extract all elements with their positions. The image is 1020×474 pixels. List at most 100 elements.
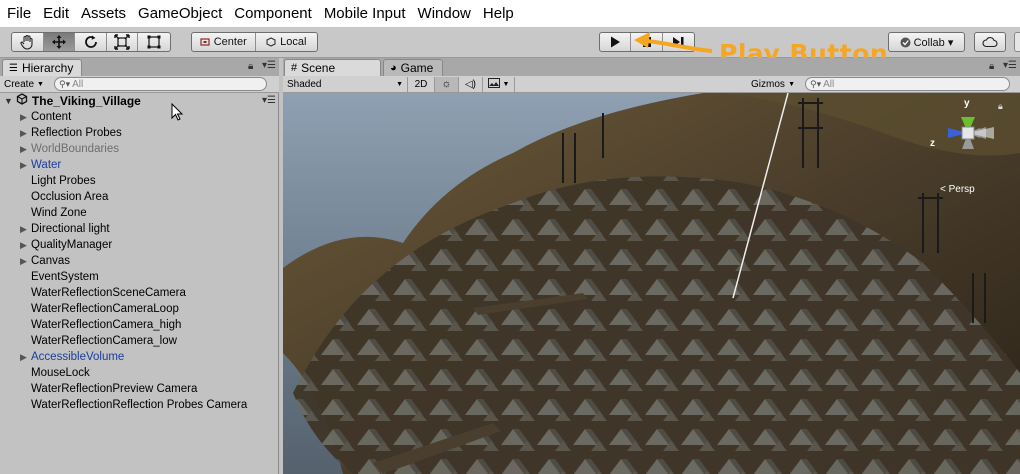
tab-scene[interactable]: # Scene xyxy=(284,59,381,76)
scene-panel-menu-icon[interactable]: ▾☰ xyxy=(1003,60,1017,71)
hierarchy-item-canvas[interactable]: ▶ Canvas xyxy=(0,253,70,269)
scene-search-placeholder: All xyxy=(823,78,835,90)
menu-bar: File Edit Assets GameObject Component Mo… xyxy=(0,0,1020,27)
panel-menu-icon[interactable]: ▾☰ xyxy=(262,60,276,71)
dropdown-arrow-icon: ▼ xyxy=(396,80,403,88)
cloud-button[interactable] xyxy=(974,32,1006,52)
move-tool-button[interactable] xyxy=(43,33,76,51)
rect-tool-button[interactable] xyxy=(138,33,170,51)
collapsed-arrow-icon: ▶ xyxy=(20,127,27,138)
tab-game[interactable]: ◕ Game xyxy=(383,59,443,76)
dropdown-arrow-icon: ▼ xyxy=(788,81,795,88)
collab-dropdown[interactable]: Collab ▾ xyxy=(888,32,965,52)
play-button[interactable] xyxy=(600,33,632,51)
menu-file[interactable]: File xyxy=(2,0,36,27)
hierarchy-item-water-reflection-camera-loop[interactable]: WaterReflectionCameraLoop xyxy=(0,301,179,317)
menu-component[interactable]: Component xyxy=(229,0,317,27)
shading-mode-label: Shaded xyxy=(287,78,322,90)
hierarchy-search-input[interactable]: ⚲▾ All xyxy=(54,77,267,91)
hierarchy-item-light-probes[interactable]: Light Probes xyxy=(0,173,96,189)
tab-game-label: Game xyxy=(400,61,434,75)
hierarchy-item-water-reflection-preview-camera[interactable]: WaterReflectionPreview Camera xyxy=(0,381,197,397)
scene-search-input[interactable]: ⚲▾ All xyxy=(805,77,1010,91)
hierarchy-search-placeholder: All xyxy=(72,78,84,90)
tab-hierarchy-label: Hierarchy xyxy=(21,61,74,75)
hierarchy-item-water-reflection-scene-camera[interactable]: WaterReflectionSceneCamera xyxy=(0,285,186,301)
create-dropdown[interactable]: Create ▼ xyxy=(0,77,48,92)
create-label: Create xyxy=(4,78,35,90)
pivot-local-button[interactable]: Local xyxy=(256,33,318,51)
hierarchy-item-water-reflection-camera-low[interactable]: WaterReflectionCamera_low xyxy=(0,333,177,349)
hierarchy-item-directional-light[interactable]: ▶ Directional light xyxy=(0,221,110,237)
menu-edit[interactable]: Edit xyxy=(38,0,74,27)
cloud-button-inner[interactable] xyxy=(975,33,1005,51)
pivot-center-button[interactable]: Center xyxy=(192,33,256,51)
rotate-icon xyxy=(83,34,99,50)
scene-root-row[interactable]: ▼ The_Viking_Village xyxy=(4,93,141,108)
hierarchy-item-accessible-volume[interactable]: ▶ AccessibleVolume xyxy=(0,349,124,365)
axis-z-label: z xyxy=(930,138,935,149)
scene-options-icon[interactable]: ▾☰ xyxy=(262,95,276,106)
grid-icon: # xyxy=(291,62,298,74)
pivot-center-label: Center xyxy=(213,36,247,48)
lighting-toggle[interactable]: ☼ xyxy=(435,76,459,92)
move-icon xyxy=(51,34,67,50)
menu-mobile-input[interactable]: Mobile Input xyxy=(319,0,411,27)
scene-name: The_Viking_Village xyxy=(31,93,141,108)
tab-scene-label: Scene xyxy=(301,61,336,75)
hierarchy-item-event-system[interactable]: EventSystem xyxy=(0,269,99,285)
menu-gameobject[interactable]: GameObject xyxy=(133,0,227,27)
hierarchy-item-reflection-probes[interactable]: ▶ Reflection Probes xyxy=(0,125,122,141)
persp-label[interactable]: < Persp xyxy=(940,184,975,195)
lock-icon[interactable]: 🔒︎ xyxy=(248,61,253,72)
collab-button[interactable]: Collab ▾ xyxy=(889,33,964,51)
gizmos-dropdown[interactable]: Gizmos ▼ xyxy=(747,77,799,92)
tab-hierarchy[interactable]: ☰ Hierarchy xyxy=(2,59,82,76)
center-icon xyxy=(200,37,210,47)
menu-help[interactable]: Help xyxy=(478,0,519,27)
scene-lock-icon[interactable]: 🔒︎ xyxy=(989,61,994,72)
hand-icon xyxy=(19,34,35,50)
list-icon: ☰ xyxy=(9,62,18,74)
account-strip xyxy=(1014,32,1020,52)
pivot-local-label: Local xyxy=(280,36,307,48)
mode-2d-button[interactable]: 2D xyxy=(408,76,435,92)
menu-assets[interactable]: Assets xyxy=(76,0,131,27)
axis-y-label: y xyxy=(964,98,970,109)
collapsed-arrow-icon: ▶ xyxy=(20,159,27,170)
hand-tool-button[interactable] xyxy=(12,33,44,51)
viewport-lock-icon[interactable]: 🔒︎ xyxy=(998,101,1003,112)
hierarchy-item-content[interactable]: ▶ Content xyxy=(0,109,71,125)
sun-icon: ☼ xyxy=(441,78,452,90)
menu-window[interactable]: Window xyxy=(413,0,476,27)
speaker-icon: ◁) xyxy=(464,78,477,90)
gizmos-label: Gizmos xyxy=(751,79,785,90)
dropdown-arrow-icon: ▼ xyxy=(502,80,510,88)
hierarchy-item-world-boundaries[interactable]: ▶ WorldBoundaries xyxy=(0,141,119,157)
rotate-tool-button[interactable] xyxy=(75,33,107,51)
annotation-arrow xyxy=(628,29,718,59)
hierarchy-item-mouse-lock[interactable]: MouseLock xyxy=(0,365,90,381)
scale-tool-button[interactable] xyxy=(107,33,139,51)
cloud-icon xyxy=(982,36,998,48)
hierarchy-item-wind-zone[interactable]: Wind Zone xyxy=(0,205,87,221)
hierarchy-item-water-reflection-camera-high[interactable]: WaterReflectionCamera_high xyxy=(0,317,181,333)
collab-label: Collab ▾ xyxy=(913,36,954,49)
audio-toggle[interactable]: ◁) xyxy=(459,76,483,92)
collapsed-arrow-icon: ▶ xyxy=(20,239,27,250)
hierarchy-item-water[interactable]: ▶ Water xyxy=(0,157,61,173)
shading-mode-dropdown[interactable]: Shaded ▼ xyxy=(283,76,408,92)
effects-dropdown[interactable]: ▼ xyxy=(483,76,515,92)
scene-orientation-gizmo[interactable]: y z < Persp xyxy=(928,95,1003,195)
scene-viewport[interactable]: y z < Persp 🔒︎ xyxy=(283,93,1020,474)
mode-2d-label: 2D xyxy=(414,78,428,90)
hierarchy-item-occlusion-area[interactable]: Occlusion Area xyxy=(0,189,108,205)
collapsed-arrow-icon: ▶ xyxy=(20,143,27,154)
mouse-cursor-icon xyxy=(171,102,185,124)
pivot-toggle: Center Local xyxy=(191,32,318,52)
game-icon: ◕ xyxy=(390,62,397,74)
toolbar: Center Local Play Button Collab ▾ xyxy=(0,27,1020,68)
hierarchy-item-water-reflection-probes-camera[interactable]: WaterReflectionReflection Probes Camera xyxy=(0,397,247,413)
dropdown-arrow-icon: ▼ xyxy=(37,80,44,88)
hierarchy-item-quality-manager[interactable]: ▶ QualityManager xyxy=(0,237,112,253)
